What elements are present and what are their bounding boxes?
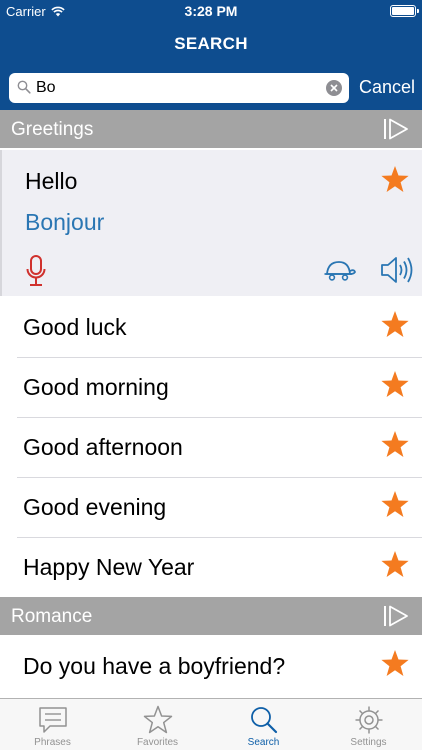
status-bar: Carrier 3:28 PM bbox=[0, 0, 422, 22]
search-icon bbox=[17, 80, 31, 94]
star-icon[interactable] bbox=[380, 430, 410, 459]
list-item[interactable]: Happy New Year bbox=[0, 537, 422, 597]
phrase-text: Good luck bbox=[23, 314, 127, 340]
tab-label: Phrases bbox=[34, 737, 71, 748]
status-time: 3:28 PM bbox=[184, 3, 238, 19]
star-icon[interactable] bbox=[380, 649, 410, 678]
close-icon bbox=[330, 84, 338, 92]
search-input[interactable] bbox=[36, 76, 316, 100]
search-field[interactable] bbox=[9, 73, 349, 103]
star-icon[interactable] bbox=[380, 550, 410, 579]
tab-search[interactable]: Search bbox=[211, 699, 316, 750]
list-item[interactable]: Good luck bbox=[0, 297, 422, 357]
tab-bar: Phrases Favorites Search Settings bbox=[0, 698, 422, 750]
list-item[interactable]: Good morning bbox=[0, 357, 422, 417]
translation-text: Bonjour bbox=[25, 209, 105, 235]
play-all-icon[interactable] bbox=[383, 605, 409, 627]
phrase-text: Do you have a boyfriend? bbox=[23, 653, 286, 679]
page-title: SEARCH bbox=[174, 34, 248, 53]
phrase-text: Happy New Year bbox=[23, 554, 195, 580]
tab-favorites[interactable]: Favorites bbox=[105, 699, 210, 750]
tab-settings[interactable]: Settings bbox=[316, 699, 421, 750]
turtle-slow-icon[interactable] bbox=[323, 259, 357, 281]
list-item[interactable]: Do you have a boyfriend? bbox=[0, 636, 422, 696]
star-icon[interactable] bbox=[380, 490, 410, 519]
star-icon[interactable] bbox=[380, 310, 410, 339]
speaker-icon[interactable] bbox=[380, 256, 414, 284]
list-item[interactable]: Good afternoon bbox=[0, 417, 422, 477]
section-title: Greetings bbox=[11, 119, 94, 140]
phrase-text: Good morning bbox=[23, 374, 169, 400]
star-outline-icon bbox=[143, 705, 173, 734]
chat-bubble-icon bbox=[39, 707, 67, 733]
clear-search-button[interactable] bbox=[326, 80, 342, 96]
tab-phrases[interactable]: Phrases bbox=[0, 699, 105, 750]
section-title: Romance bbox=[11, 606, 93, 627]
search-icon bbox=[251, 707, 278, 734]
gear-icon bbox=[355, 706, 383, 734]
microphone-icon[interactable] bbox=[26, 255, 46, 287]
phrase-text: Good afternoon bbox=[23, 434, 183, 460]
section-header-greetings: Greetings bbox=[0, 110, 422, 148]
section-header-romance: Romance bbox=[0, 597, 422, 635]
expanded-phrase-card[interactable]: Hello Bonjour bbox=[0, 150, 422, 296]
nav-header: Carrier 3:28 PM SEARCH Cancel bbox=[0, 0, 422, 110]
star-icon[interactable] bbox=[380, 370, 410, 399]
star-icon[interactable] bbox=[380, 165, 410, 194]
tab-label: Favorites bbox=[136, 737, 179, 748]
phrase-text: Good evening bbox=[23, 494, 167, 520]
play-all-icon[interactable] bbox=[383, 118, 409, 140]
tab-label: Search bbox=[247, 737, 280, 748]
phrase-text: Hello bbox=[25, 168, 78, 194]
cancel-button[interactable]: Cancel bbox=[356, 77, 418, 98]
list-item[interactable]: Good evening bbox=[0, 477, 422, 537]
battery-icon bbox=[390, 5, 419, 17]
tab-label: Settings bbox=[350, 737, 387, 748]
